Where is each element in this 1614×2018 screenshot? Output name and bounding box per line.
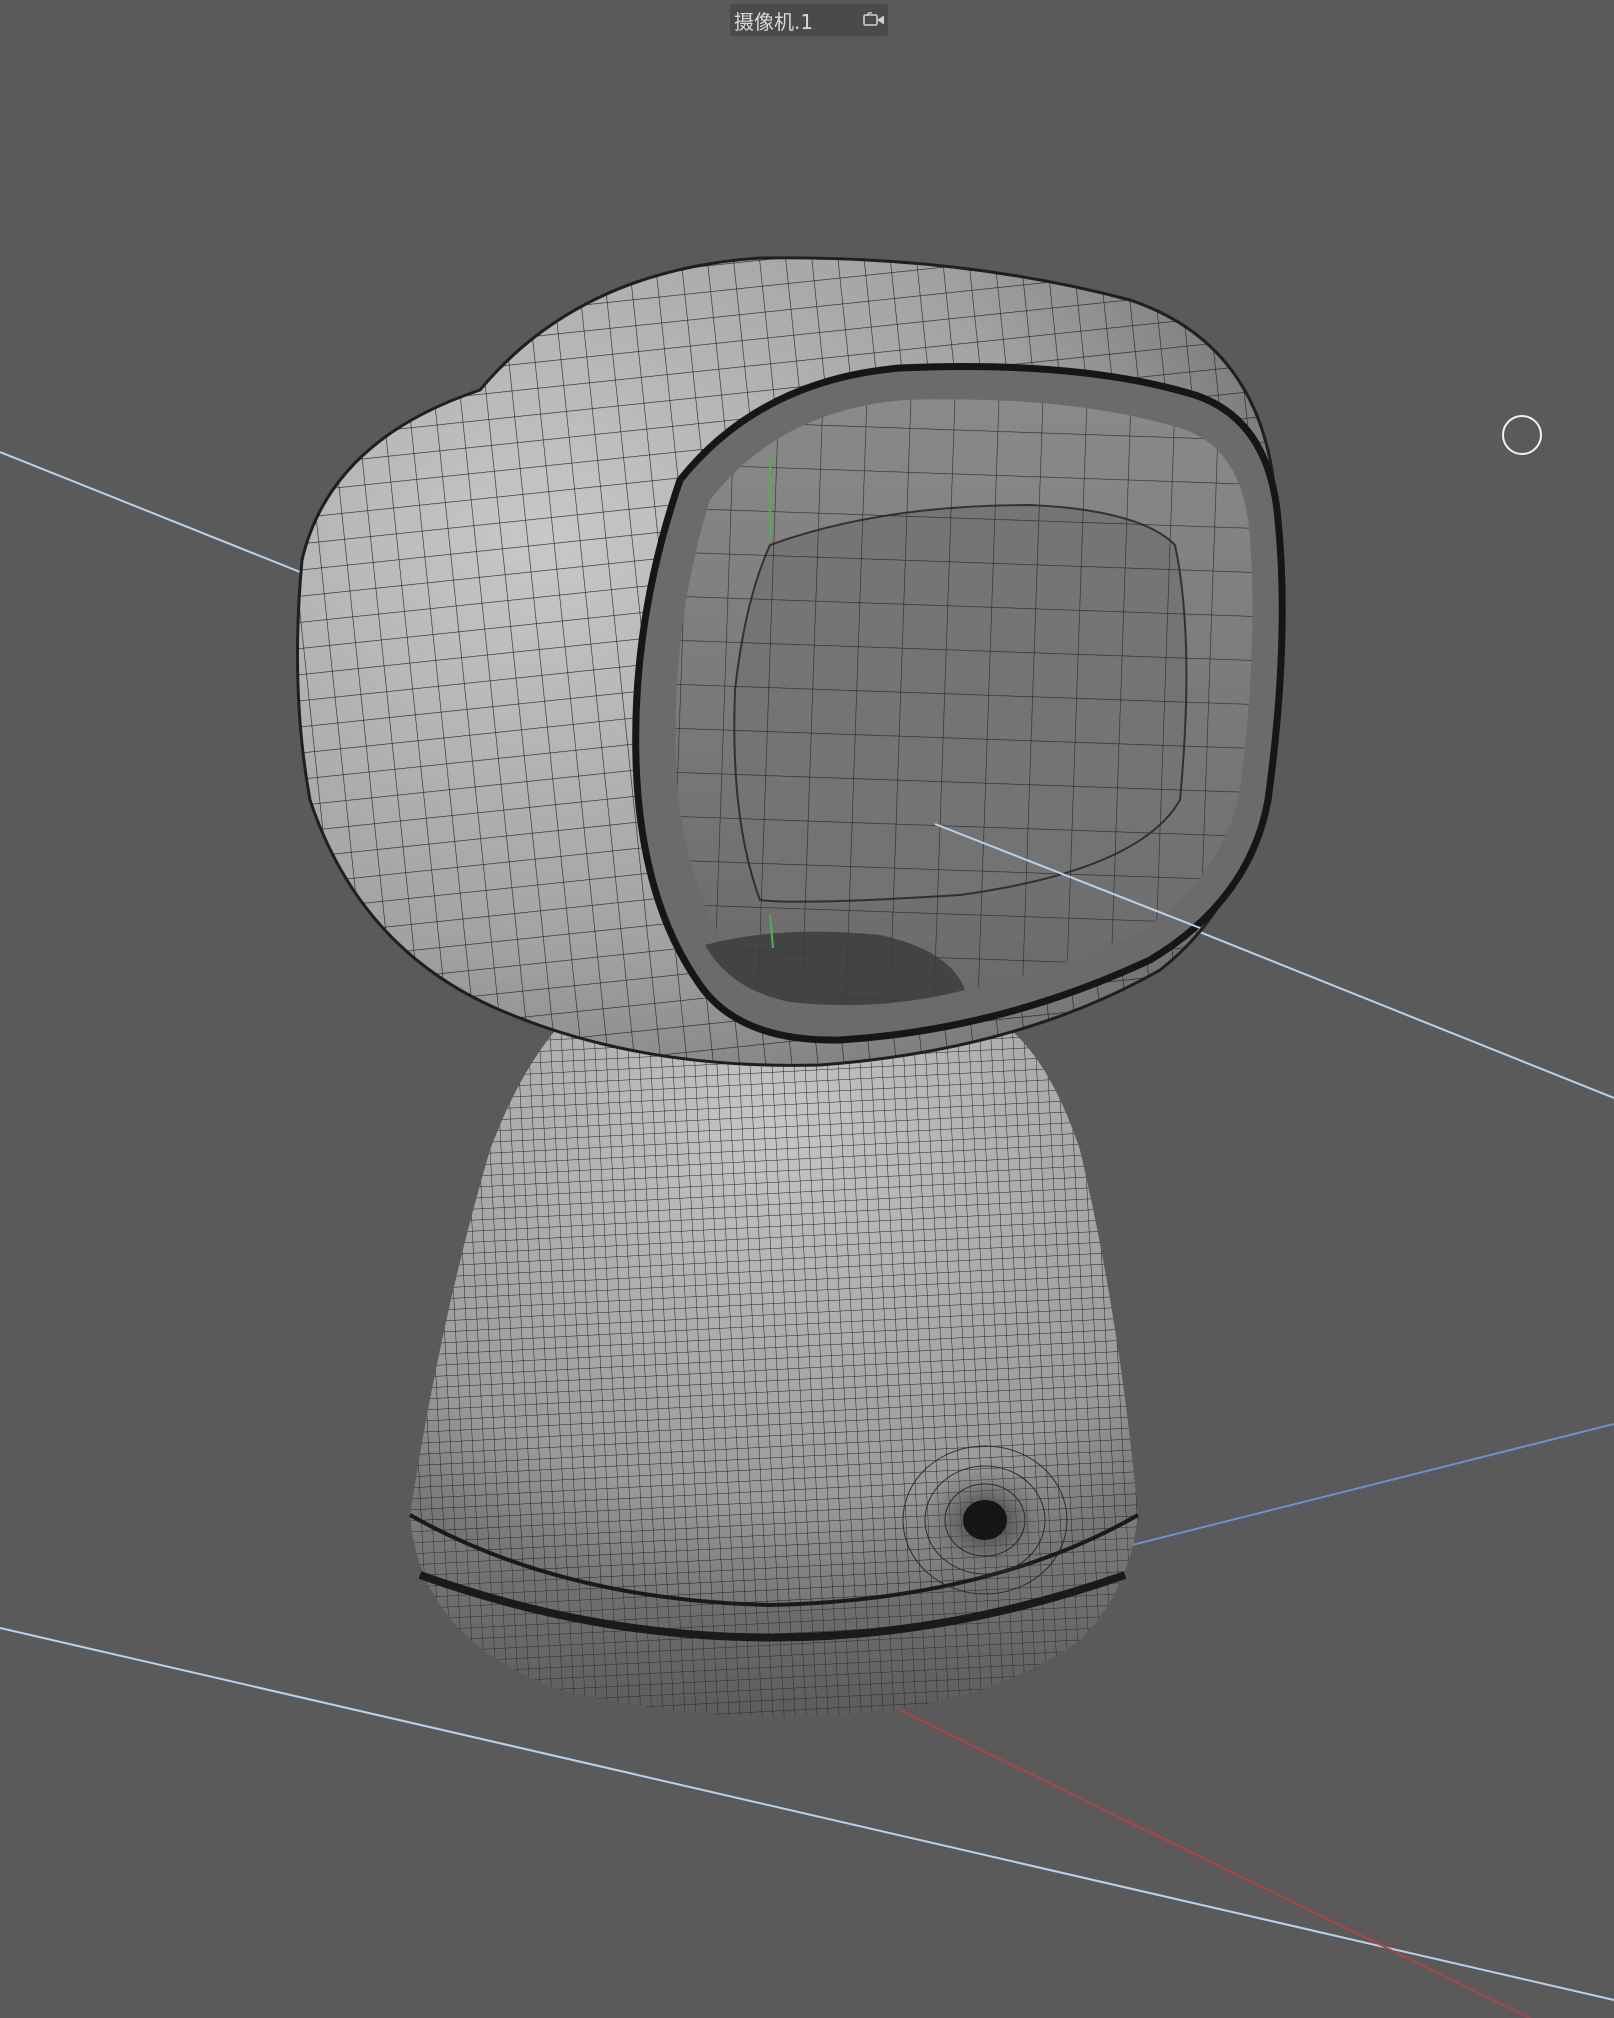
axis-x-line [899,1709,1531,2018]
3d-viewport[interactable]: 摄像机.1 [0,0,1614,2018]
axis-z-line [1119,1423,1614,1549]
rotation-pivot-handle[interactable] [1502,415,1542,455]
robot-body[interactable] [409,1000,1139,1608]
video-camera-icon[interactable] [860,6,888,34]
guide-line-upper-left [0,451,346,591]
camera-selector[interactable]: 摄像机.1 [730,4,888,36]
scene-canvas[interactable] [0,0,1614,2018]
robot-head[interactable] [296,256,1286,1067]
camera-name: 摄像机.1 [734,9,814,34]
